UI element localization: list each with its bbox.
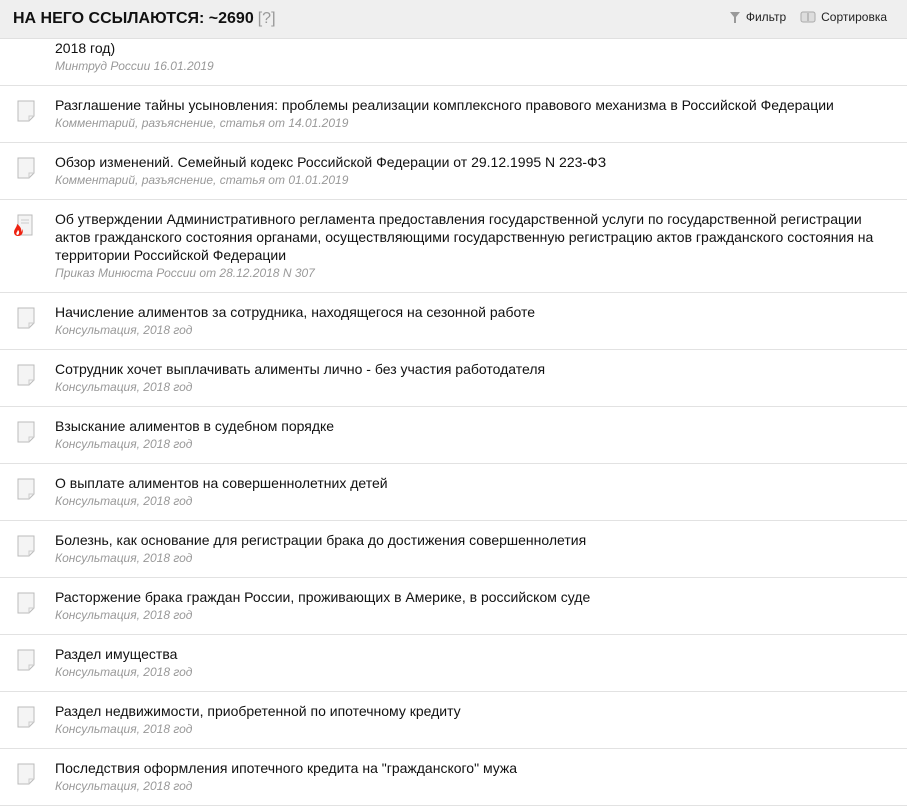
item-title-link[interactable]: Болезнь, как основание для регистрации б… [55, 531, 887, 549]
list-item: 2018 год) Минтруд России 16.01.2019 [0, 39, 907, 86]
list-item: Обзор изменений. Семейный кодекс Российс… [0, 143, 907, 200]
item-meta: Консультация, 2018 год [55, 551, 193, 565]
item-title-link[interactable]: Об утверждении Административного регламе… [55, 210, 887, 264]
help-link[interactable]: [?] [258, 10, 276, 27]
document-icon [16, 421, 36, 448]
list-item: Разглашение тайны усыновления: проблемы … [0, 86, 907, 143]
list-item: Раздел недвижимости, приобретенной по ип… [0, 692, 907, 749]
sort-label: Сортировка [821, 10, 887, 24]
list-item: Взыскание алиментов в судебном порядке Ко… [0, 407, 907, 464]
item-meta: Консультация, 2018 год [55, 608, 193, 622]
item-meta: Консультация, 2018 год [55, 779, 193, 793]
document-icon [16, 100, 36, 127]
document-list: 2018 год) Минтруд России 16.01.2019 Разгла… [0, 39, 907, 806]
sort-button[interactable]: Сортировка [800, 10, 887, 24]
document-icon [16, 535, 36, 562]
item-meta: Комментарий, разъяснение, статья от 14.0… [55, 116, 349, 130]
document-icon [16, 364, 36, 391]
item-title-link[interactable]: Последствия оформления ипотечного кредит… [55, 759, 887, 777]
page-title: НА НЕГО ССЫЛАЮТСЯ: ~2690 [?] [13, 10, 276, 28]
item-meta: Консультация, 2018 год [55, 665, 193, 679]
item-meta: Минтруд России 16.01.2019 [55, 59, 214, 73]
document-icon [16, 307, 36, 334]
list-item: Последствия оформления ипотечного кредит… [0, 749, 907, 806]
item-title-link[interactable]: Расторжение брака граждан России, прожив… [55, 588, 887, 606]
item-title-link[interactable]: Обзор изменений. Семейный кодекс Российс… [55, 153, 887, 171]
item-meta: Консультация, 2018 год [55, 722, 193, 736]
list-item: О выплате алиментов на совершеннолетних … [0, 464, 907, 521]
document-icon [16, 478, 36, 505]
document-icon [16, 763, 36, 790]
document-icon [16, 649, 36, 676]
document-icon [16, 706, 36, 733]
header: НА НЕГО ССЫЛАЮТСЯ: ~2690 [?] Фильтр Сорти… [0, 0, 907, 39]
filter-label: Фильтр [745, 10, 787, 24]
list-item: Об утверждении Административного регламе… [0, 200, 907, 293]
item-title-link[interactable]: Взыскание алиментов в судебном порядке [55, 417, 887, 435]
item-title-link[interactable]: Начисление алиментов за сотрудника, нахо… [55, 303, 887, 321]
item-meta: Консультация, 2018 год [55, 323, 193, 337]
hot-document-icon [12, 214, 34, 243]
document-icon [16, 592, 36, 619]
item-title-link[interactable]: О выплате алиментов на совершеннолетних … [55, 474, 887, 492]
item-title-link[interactable]: Сотрудник хочет выплачивать алименты лич… [55, 360, 887, 378]
item-meta: Консультация, 2018 год [55, 494, 193, 508]
list-item: Болезнь, как основание для регистрации б… [0, 521, 907, 578]
item-title-link[interactable]: Раздел имущества [55, 645, 887, 663]
document-icon [16, 157, 36, 184]
title-text: НА НЕГО ССЫЛАЮТСЯ: ~2690 [13, 10, 254, 27]
item-meta: Консультация, 2018 год [55, 380, 193, 394]
item-title-link[interactable]: Раздел недвижимости, приобретенной по ип… [55, 702, 887, 720]
item-meta: Приказ Минюста России от 28.12.2018 N 30… [55, 266, 315, 280]
list-item: Сотрудник хочет выплачивать алименты лич… [0, 350, 907, 407]
sort-icon [800, 11, 816, 23]
list-item: Раздел имущества Консультация, 2018 год [0, 635, 907, 692]
item-meta: Консультация, 2018 год [55, 437, 193, 451]
filter-button[interactable]: Фильтр [729, 10, 786, 24]
funnel-icon [729, 11, 740, 23]
list-item: Начисление алиментов за сотрудника, нахо… [0, 293, 907, 350]
item-title-link[interactable]: 2018 год) [55, 39, 887, 57]
list-item: Расторжение брака граждан России, прожив… [0, 578, 907, 635]
item-title-link[interactable]: Разглашение тайны усыновления: проблемы … [55, 96, 887, 114]
item-meta: Комментарий, разъяснение, статья от 01.0… [55, 173, 349, 187]
